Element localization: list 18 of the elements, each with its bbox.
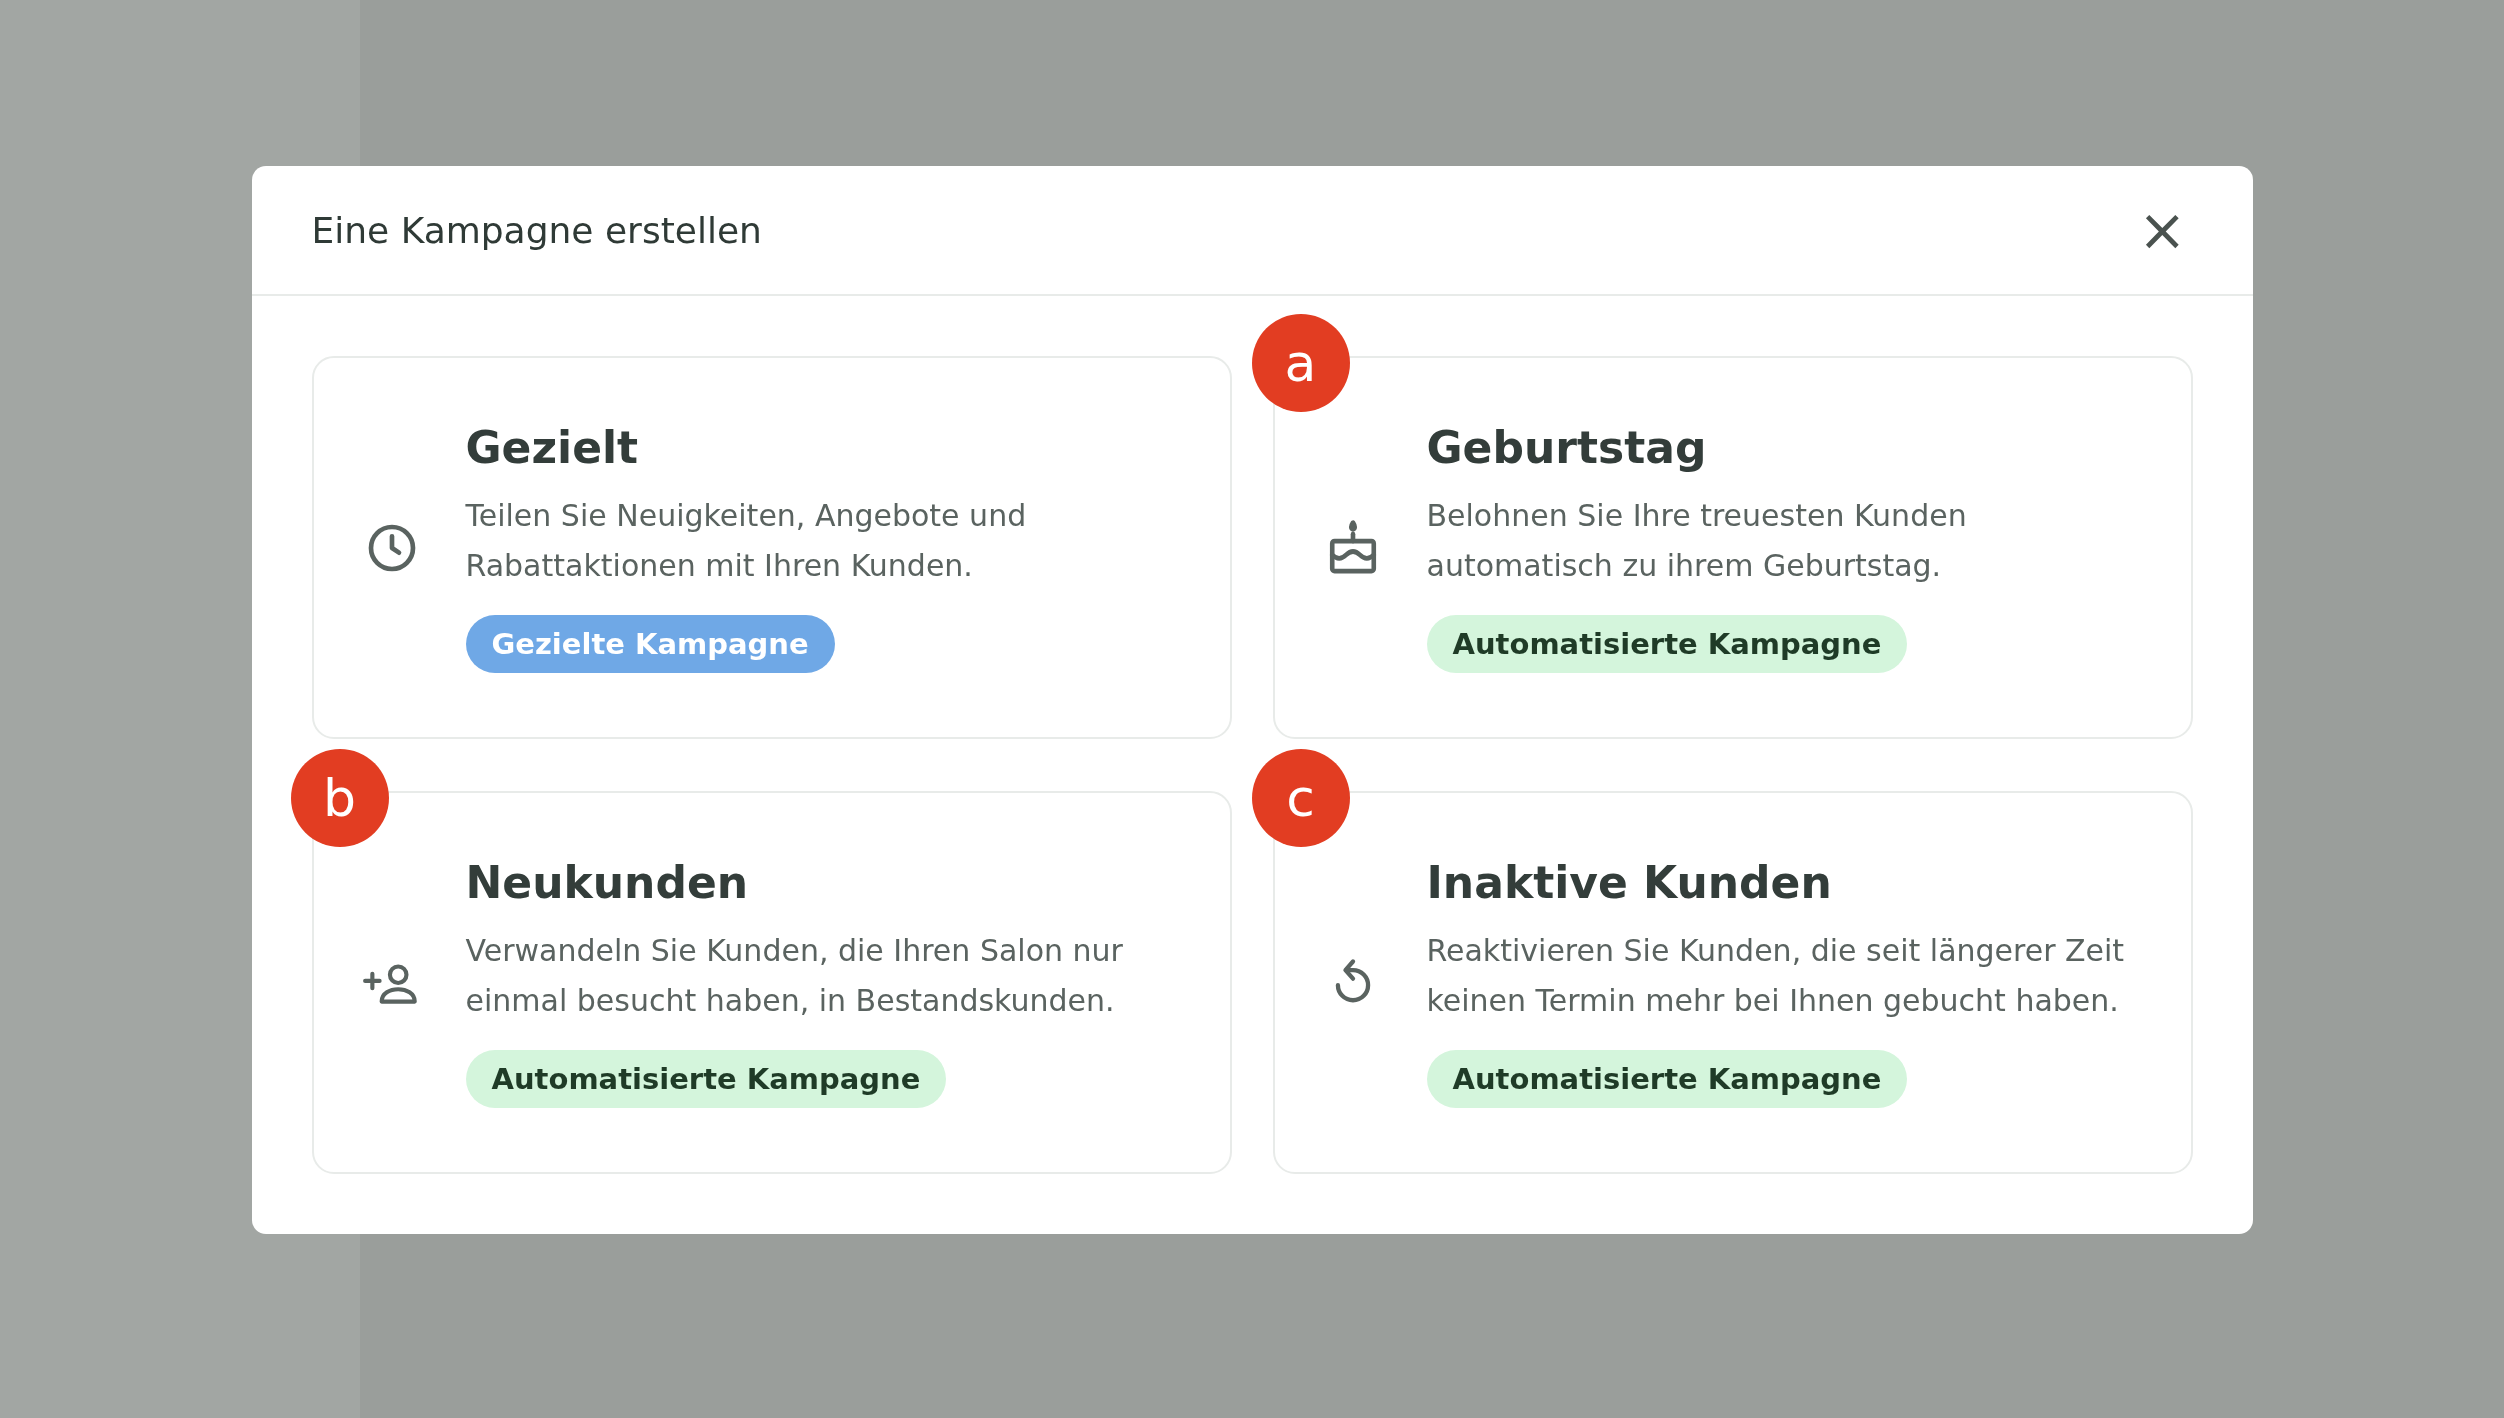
card-title: Neukunden <box>465 857 749 908</box>
campaign-type-tag: Automatisierte Kampagne <box>1426 615 1908 673</box>
campaign-type-tag: Automatisierte Kampagne <box>465 1050 947 1108</box>
card-title: Geburtstag <box>1426 422 1707 473</box>
close-button[interactable]: × <box>2131 201 2193 259</box>
annotation-marker: b <box>290 749 389 847</box>
campaign-card[interactable]: Gezielt Teilen Sie Neuigkeiten, Angebote und Rabattaktionen mit Ihren Kunden. Gezielte Kampagne <box>311 356 1232 739</box>
card-title: Gezielt <box>465 422 639 473</box>
dialog-title: Eine Kampagne erstellen <box>311 209 762 251</box>
annotation-marker: a <box>1251 314 1350 412</box>
card-description: Verwandeln Sie Kunden, die Ihren Salon nur einmal besucht haben, in Bestandskunden. <box>465 932 1124 1020</box>
card-description: Teilen Sie Neuigkeiten, Angebote und Rabattaktionen mit Ihren Kunden. <box>465 497 1028 585</box>
card-description: Reaktivieren Sie Kunden, die seit längerer Zeit keinen Termin mehr bei Ihnen gebucht haben. <box>1426 932 2126 1020</box>
campaign-type-tag: Automatisierte Kampagne <box>1426 1050 1908 1108</box>
campaign-type-tag: Gezielte Kampagne <box>465 615 835 673</box>
card-title: Inaktive Kunden <box>1426 857 1832 908</box>
card-description: Belohnen Sie Ihre treuesten Kunden automatisch zu ihrem Geburtstag. <box>1426 497 1968 585</box>
annotation-marker: c <box>1251 749 1350 847</box>
